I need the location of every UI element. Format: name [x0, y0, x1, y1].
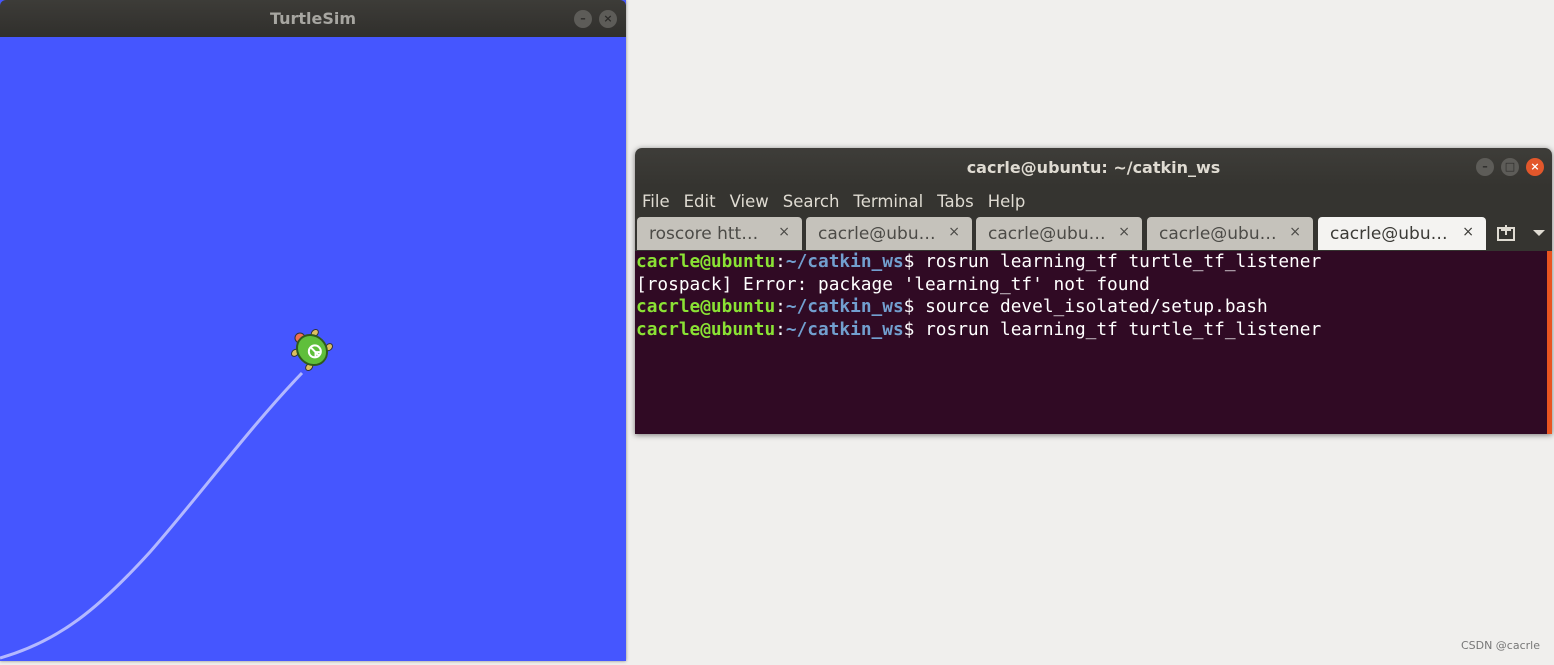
- prompt-symbol: $: [903, 251, 926, 272]
- menu-help[interactable]: Help: [981, 186, 1033, 211]
- tab-label: cacrle@ubu…: [988, 224, 1106, 244]
- command-text: rosrun learning_tf turtle_tf_listener: [925, 318, 1322, 340]
- prompt-separator: :: [775, 296, 786, 317]
- tab-label: roscore htt…: [649, 224, 759, 244]
- prompt-separator: :: [775, 251, 786, 272]
- turtle-trail: [0, 371, 304, 660]
- terminal-title: cacrle@ubuntu: ~/catkin_ws: [966, 158, 1221, 177]
- terminal-line: cacrle@ubuntu:~/catkin_ws$ source devel_…: [635, 296, 1552, 319]
- close-icon[interactable]: ×: [599, 10, 617, 28]
- tab-terminal-2[interactable]: cacrle@ubu… ×: [806, 217, 972, 250]
- menu-file[interactable]: File: [635, 186, 677, 211]
- terminal-titlebar[interactable]: cacrle@ubuntu: ~/catkin_ws – □ ×: [635, 148, 1552, 186]
- scrollbar[interactable]: [1547, 251, 1552, 434]
- prompt-user: cacrle@ubuntu: [636, 318, 776, 340]
- prompt-path: ~/catkin_ws: [785, 296, 904, 317]
- terminal-window: cacrle@ubuntu: ~/catkin_ws – □ × File Edi…: [635, 148, 1552, 434]
- terminal-line: cacrle@ubuntu:~/catkin_ws$ rosrun learni…: [635, 319, 1552, 342]
- close-icon[interactable]: ×: [1526, 158, 1544, 176]
- prompt-user: cacrle@ubuntu: [636, 296, 776, 317]
- tab-terminal-3[interactable]: cacrle@ubu… ×: [976, 217, 1142, 250]
- command-text: rosrun learning_tf turtle_tf_listener: [925, 251, 1322, 272]
- terminal-output[interactable]: cacrle@ubuntu:~/catkin_ws$ rosrun learni…: [635, 251, 1552, 434]
- menu-bar: File Edit View Search Terminal Tabs Help: [635, 186, 1552, 215]
- tab-close-icon[interactable]: ×: [1118, 224, 1130, 240]
- menu-terminal[interactable]: Terminal: [846, 186, 930, 211]
- menu-tabs[interactable]: Tabs: [930, 186, 981, 211]
- command-text: source devel_isolated/setup.bash: [925, 296, 1268, 317]
- menu-edit[interactable]: Edit: [677, 186, 723, 211]
- watermark: CSDN @cacrle: [1460, 639, 1540, 652]
- minimize-icon[interactable]: –: [1476, 158, 1494, 176]
- prompt-separator: :: [775, 318, 786, 340]
- prompt-path: ~/catkin_ws: [785, 251, 904, 272]
- output-text: [rospack] Error: package 'learning_tf' n…: [636, 273, 1150, 295]
- turtle-icon: [290, 328, 334, 372]
- menu-view[interactable]: View: [723, 186, 776, 211]
- tab-roscore[interactable]: roscore htt… ×: [637, 217, 802, 250]
- tab-close-icon[interactable]: ×: [948, 224, 960, 240]
- tab-terminal-5-active[interactable]: cacrle@ubu… ×: [1318, 217, 1486, 250]
- prompt-symbol: $: [903, 296, 926, 317]
- tab-close-icon[interactable]: ×: [1462, 224, 1474, 240]
- tab-close-icon[interactable]: ×: [1289, 224, 1301, 240]
- prompt-path: ~/catkin_ws: [785, 318, 904, 340]
- tab-label: cacrle@ubu…: [818, 224, 936, 244]
- tab-label: cacrle@ubu…: [1330, 224, 1448, 244]
- turtle-canvas-svg: [0, 328, 334, 660]
- turtlesim-title: TurtleSim: [269, 9, 357, 28]
- menu-search[interactable]: Search: [776, 186, 847, 211]
- terminal-line: [rospack] Error: package 'learning_tf' n…: [635, 274, 1552, 297]
- tab-close-icon[interactable]: ×: [778, 224, 790, 240]
- turtlesim-titlebar[interactable]: TurtleSim – ×: [0, 0, 626, 37]
- turtlesim-window: TurtleSim – ×: [0, 0, 626, 661]
- minimize-icon[interactable]: –: [574, 10, 592, 28]
- tab-terminal-4[interactable]: cacrle@ubu… ×: [1147, 217, 1313, 250]
- tab-label: cacrle@ubu…: [1159, 224, 1277, 244]
- prompt-symbol: $: [903, 318, 926, 340]
- tab-menu-chevron-down-icon[interactable]: [1532, 229, 1546, 237]
- terminal-line: cacrle@ubuntu:~/catkin_ws$ rosrun learni…: [635, 251, 1552, 274]
- maximize-icon[interactable]: □: [1501, 158, 1519, 176]
- turtle-canvas: [0, 37, 626, 661]
- tab-bar: roscore htt… × cacrle@ubu… × cacrle@ubu……: [635, 215, 1552, 251]
- prompt-user: cacrle@ubuntu: [636, 251, 776, 272]
- new-tab-icon[interactable]: [1496, 224, 1518, 242]
